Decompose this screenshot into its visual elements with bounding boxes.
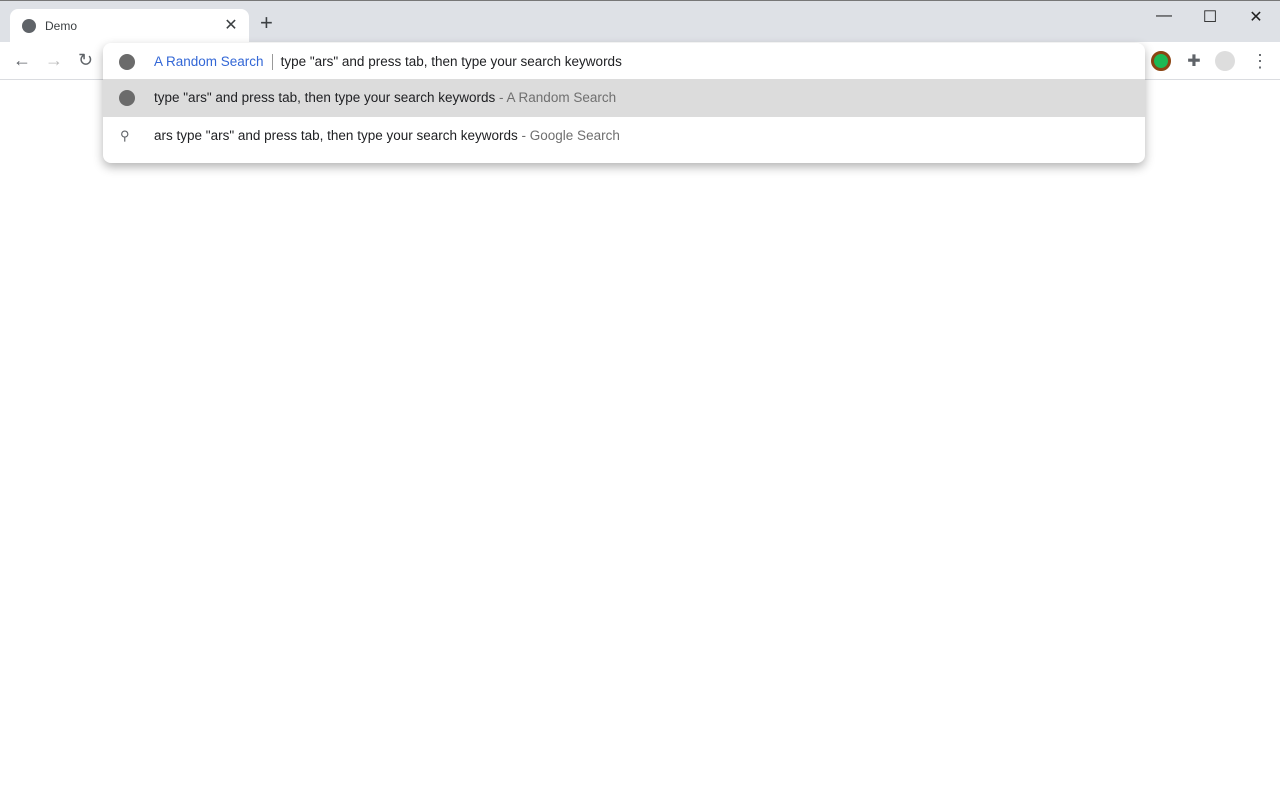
- extension-magnifier-icon[interactable]: [1151, 51, 1171, 71]
- forward-button[interactable]: →: [45, 50, 63, 71]
- omnibox-input[interactable]: A Random Search type "ars" and press tab,…: [103, 43, 1145, 81]
- tab-close-button[interactable]: ✕: [221, 15, 241, 35]
- close-window-button[interactable]: ✕: [1241, 7, 1271, 27]
- globe-icon: [22, 19, 36, 33]
- back-button[interactable]: ←: [13, 50, 31, 71]
- tab-demo[interactable]: Demo ✕: [10, 9, 249, 43]
- suggestion-item[interactable]: ⚲ ars type "ars" and press tab, then typ…: [103, 117, 1145, 155]
- suggestion-item[interactable]: type "ars" and press tab, then type your…: [103, 79, 1145, 117]
- profile-avatar[interactable]: [1215, 51, 1235, 71]
- extensions-puzzle-icon[interactable]: ✚: [1184, 51, 1204, 71]
- search-icon: ⚲: [120, 128, 130, 143]
- menu-button[interactable]: ⋮: [1250, 51, 1270, 71]
- keyword-chip: A Random Search: [154, 54, 264, 69]
- random-search-icon: [119, 90, 135, 106]
- omnibox-dropdown: A Random Search type "ars" and press tab,…: [103, 43, 1145, 163]
- title-bar: Demo ✕ + — ☐ ✕: [0, 0, 1280, 43]
- maximize-button[interactable]: ☐: [1195, 7, 1225, 27]
- reload-button[interactable]: ↻: [78, 50, 93, 71]
- random-search-icon: [119, 54, 135, 70]
- minimize-button[interactable]: —: [1149, 7, 1179, 25]
- tab-title: Demo: [45, 19, 78, 33]
- new-tab-button[interactable]: +: [260, 12, 273, 34]
- omnibox-text: type "ars" and press tab, then type your…: [280, 54, 622, 69]
